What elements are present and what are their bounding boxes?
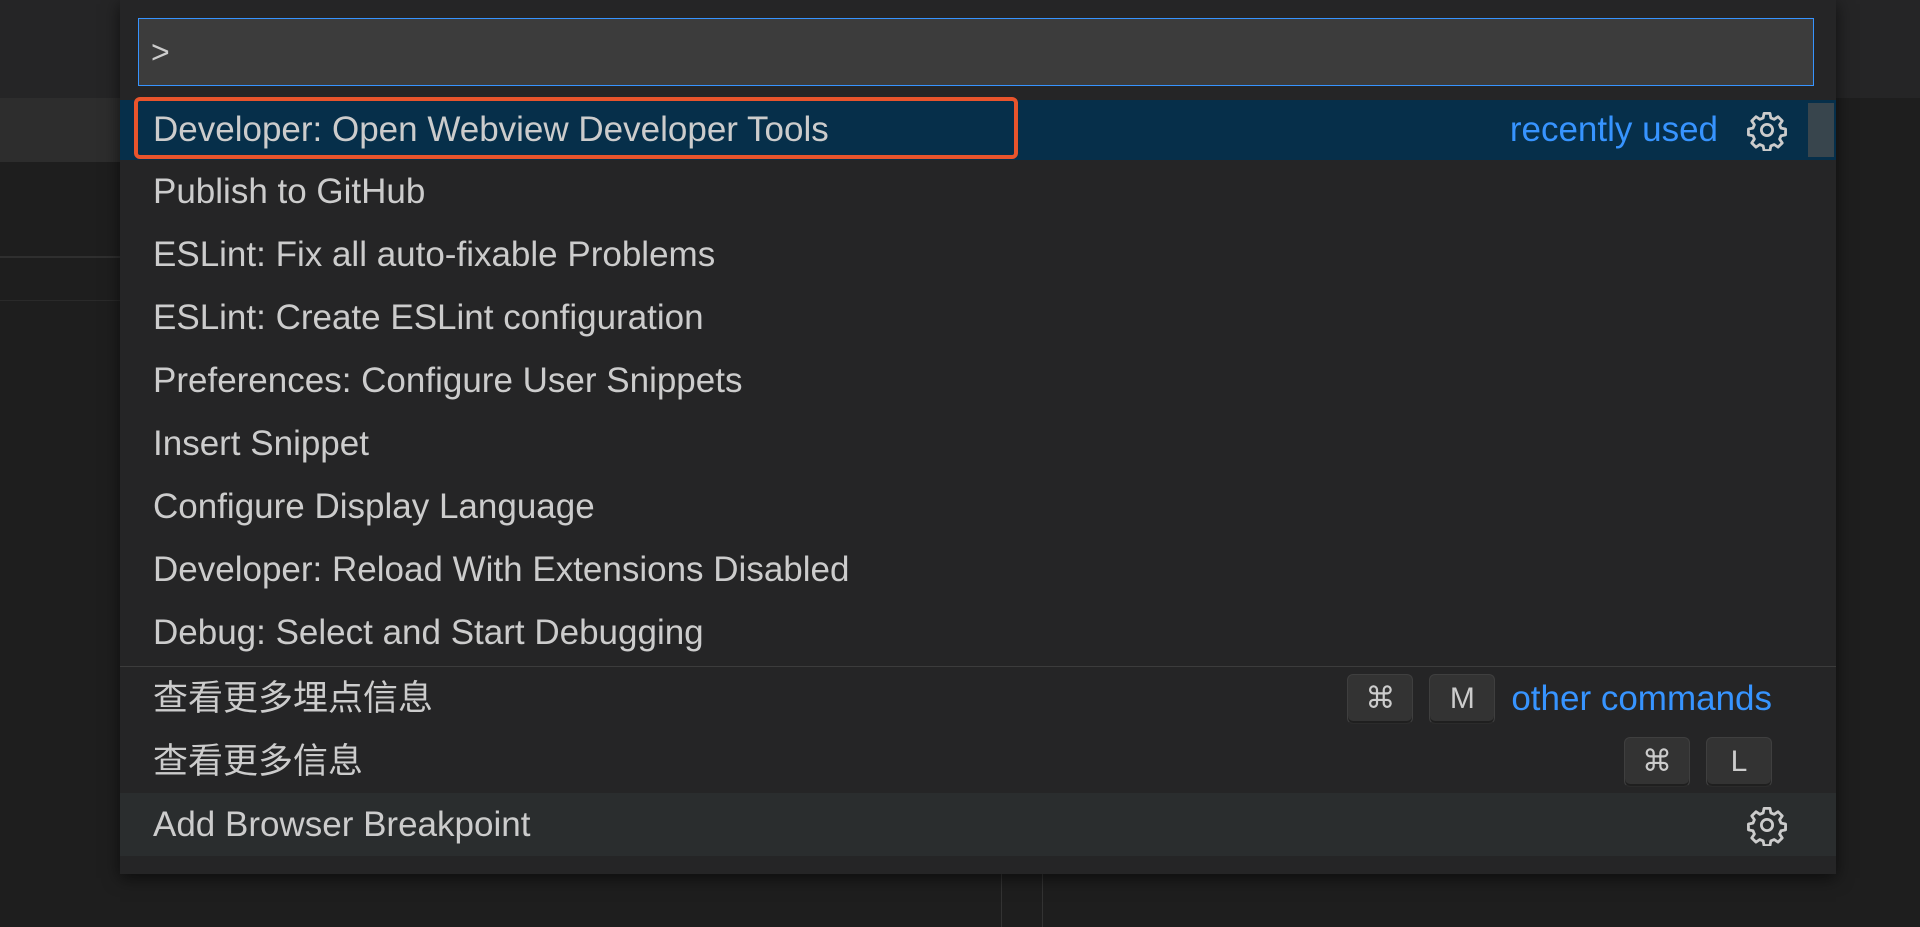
command-label: Developer: Open Webview Developer Tools	[153, 110, 829, 149]
command-meta: ⌘ M other commands	[1347, 667, 1772, 730]
keybinding-key: M	[1429, 673, 1496, 724]
command-label: Insert Snippet	[153, 424, 369, 463]
gear-icon[interactable]	[1746, 804, 1788, 846]
command-item[interactable]: 查看更多埋点信息 ⌘ M other commands	[120, 667, 1836, 730]
command-item[interactable]: ESLint: Create ESLint configuration	[120, 286, 1836, 349]
other-command-list: 查看更多埋点信息 ⌘ M other commands 查看更多信息 ⌘ L A…	[120, 667, 1836, 856]
command-label: Publish to GitHub	[153, 172, 426, 211]
command-item[interactable]: Publish to GitHub	[120, 160, 1836, 223]
command-meta: ⌘ L	[1624, 730, 1772, 793]
command-list: Developer: Open Webview Developer Tools …	[120, 97, 1836, 664]
command-item[interactable]: ESLint: Fix all auto-fixable Problems	[120, 223, 1836, 286]
editor-tab-strip	[0, 98, 120, 162]
command-item[interactable]: 查看更多信息 ⌘ L	[120, 730, 1836, 793]
command-palette: Developer: Open Webview Developer Tools …	[120, 0, 1836, 874]
command-item-hovered[interactable]: Add Browser Breakpoint	[120, 793, 1836, 856]
divider	[1042, 874, 1043, 927]
gear-icon[interactable]	[1746, 109, 1788, 151]
scrollbar-thumb[interactable]	[1808, 103, 1834, 157]
recently-used-label: recently used	[1509, 110, 1718, 149]
command-item[interactable]: Preferences: Configure User Snippets	[120, 349, 1836, 412]
command-label: Debug: Select and Start Debugging	[153, 613, 704, 652]
keybinding-key: L	[1706, 736, 1772, 787]
command-item[interactable]: Configure Display Language	[120, 475, 1836, 538]
command-item[interactable]: Insert Snippet	[120, 412, 1836, 475]
keybinding-key: ⌘	[1624, 736, 1690, 787]
command-item[interactable]: Debug: Select and Start Debugging	[120, 601, 1836, 664]
command-label: Add Browser Breakpoint	[153, 805, 531, 844]
command-label: 查看更多信息	[153, 742, 364, 781]
divider	[0, 256, 120, 258]
divider	[0, 300, 120, 301]
command-palette-input[interactable]	[138, 18, 1814, 86]
command-label: Preferences: Configure User Snippets	[153, 361, 743, 400]
command-label: Configure Display Language	[153, 487, 595, 526]
keybinding-key: ⌘	[1347, 673, 1414, 724]
command-item[interactable]: Developer: Reload With Extensions Disabl…	[120, 538, 1836, 601]
command-meta: recently used	[1510, 100, 1718, 160]
command-item-selected[interactable]: Developer: Open Webview Developer Tools …	[120, 97, 1836, 160]
command-label: ESLint: Create ESLint configuration	[153, 298, 704, 337]
command-label: Developer: Reload With Extensions Disabl…	[153, 550, 850, 589]
other-commands-label: other commands	[1511, 679, 1772, 718]
command-label: 查看更多埋点信息	[153, 679, 434, 718]
command-label: ESLint: Fix all auto-fixable Problems	[153, 235, 716, 274]
divider	[1001, 874, 1002, 927]
